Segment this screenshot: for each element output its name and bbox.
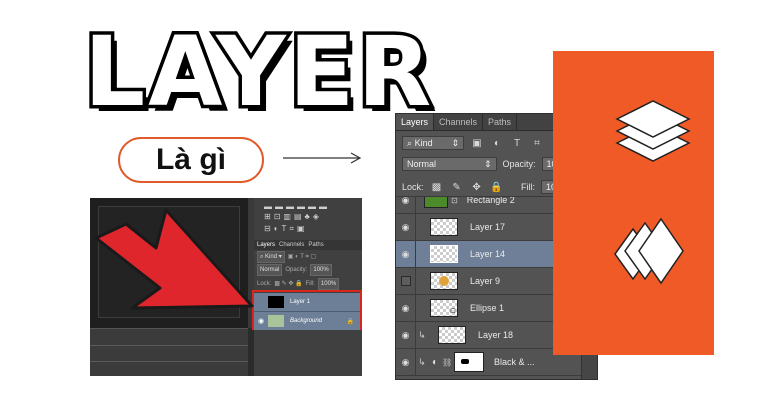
layer-thumbnail [430,218,458,236]
layer-thumbnail [424,197,448,208]
tab-channels[interactable]: Channels [434,114,484,130]
eye-icon[interactable]: ◉ [396,349,416,375]
tool-icon-row-2: ⊞ ⊡ ▥ ▤ ♣ ◈ [264,212,319,221]
small-side-panel: ▬ ▬ ▬ ▬ ▬ ▬ ⊞ ⊡ ▥ ▤ ♣ ◈ ⊟ ◐ T ⌗ ▣ Layers Channels Path… [254,198,362,376]
layers-illustration [614,100,691,285]
subtitle-pill: Là gì [118,137,264,183]
orange-illustration-card [553,51,714,355]
lock-all-icon[interactable]: 🔒 [490,180,504,194]
layers-stack-icon [615,100,691,162]
layer-thumbnail [268,296,284,308]
arrow-right-icon [283,152,362,164]
small-tab-paths[interactable]: Paths [308,240,323,250]
red-arrow-icon [94,208,254,310]
tool-icon-row-3: ⊟ ◐ T ⌗ ▣ [264,224,305,233]
eye-icon[interactable]: ◉ [396,241,416,267]
tab-layers[interactable]: Layers [396,114,435,130]
mask-link-icon: ⊡ [451,196,458,205]
shape-badge-icon: ⊡ [450,308,456,315]
eye-icon[interactable]: ◉ [396,197,416,213]
lock-icon: 🔒 [346,318,354,325]
kind-filter-select[interactable]: ⌕ Kind ⇕ [402,136,464,150]
adjustment-layer-icon: ◐ [431,356,439,368]
stepper-icon: ⇕ [483,159,492,169]
small-blend-row: Normal Opacity: 100% [257,264,359,276]
small-tab-layers[interactable]: Layers [257,240,275,250]
visibility-toggle[interactable] [396,268,416,294]
clipping-arrow-icon: ↳ [418,329,426,340]
small-layer-row[interactable]: Layer 1 [254,293,360,311]
small-kind-select[interactable]: ⌕ Kind ▾ [257,251,285,263]
eye-icon[interactable]: ◉ [254,317,268,325]
type-filter-icon[interactable]: T [510,136,524,150]
lock-transparency-icon[interactable]: ▩ [430,180,444,194]
magnifier-icon: ⌕ [407,138,413,148]
small-fill-field[interactable]: 100% [317,278,340,290]
layer-thumbnail [438,326,466,344]
lock-position-icon[interactable]: ✥ [470,180,484,194]
eye-icon[interactable]: ◉ [396,214,416,240]
small-layer-row[interactable]: ◉ Background 🔒 [254,311,360,330]
lock-pixels-icon[interactable]: ✎ [450,180,464,194]
tab-paths[interactable]: Paths [483,114,518,130]
tool-icon-row-1: ▬ ▬ ▬ ▬ ▬ ▬ [264,202,327,211]
layer-thumbnail [268,315,284,327]
stepper-icon: ⇕ [451,138,459,148]
layer-thumbnail [430,272,458,290]
clipping-arrow-icon: ↳ [418,356,426,367]
eye-icon[interactable]: ◉ [396,295,416,321]
layer-thumbnail [430,245,458,263]
small-layers-highlight: Layer 1 ◉ Background 🔒 [252,290,362,330]
chain-link-icon: ⛓ [442,357,453,367]
adjustment-filter-icon[interactable]: ◐ [490,136,504,150]
canvas-lower-strip [90,328,248,376]
mask-thumbnail [454,352,484,372]
diamond-layers-icon [614,217,684,285]
page-title: LAYER [80,16,435,128]
small-opacity-field[interactable]: 100% [310,264,332,276]
small-tab-channels[interactable]: Channels [279,240,304,250]
small-filter-row: ⌕ Kind ▾ ▣ ◐ T ⌗ ▢ [257,251,359,263]
blend-mode-select[interactable]: Normal ⇕ [402,157,497,171]
small-lock-row: Lock: ▩ ✎ ✥ 🔒 Fill: 100% [257,278,359,290]
small-panel-tabs: Layers Channels Paths [254,240,362,250]
small-blend-select[interactable]: Normal [257,264,283,276]
pixel-filter-icon[interactable]: ▣ [470,136,484,150]
eye-icon[interactable]: ◉ [396,322,416,348]
shape-filter-icon[interactable]: ⌗ [530,136,544,150]
layer-thumbnail: ⊡ [430,299,458,317]
